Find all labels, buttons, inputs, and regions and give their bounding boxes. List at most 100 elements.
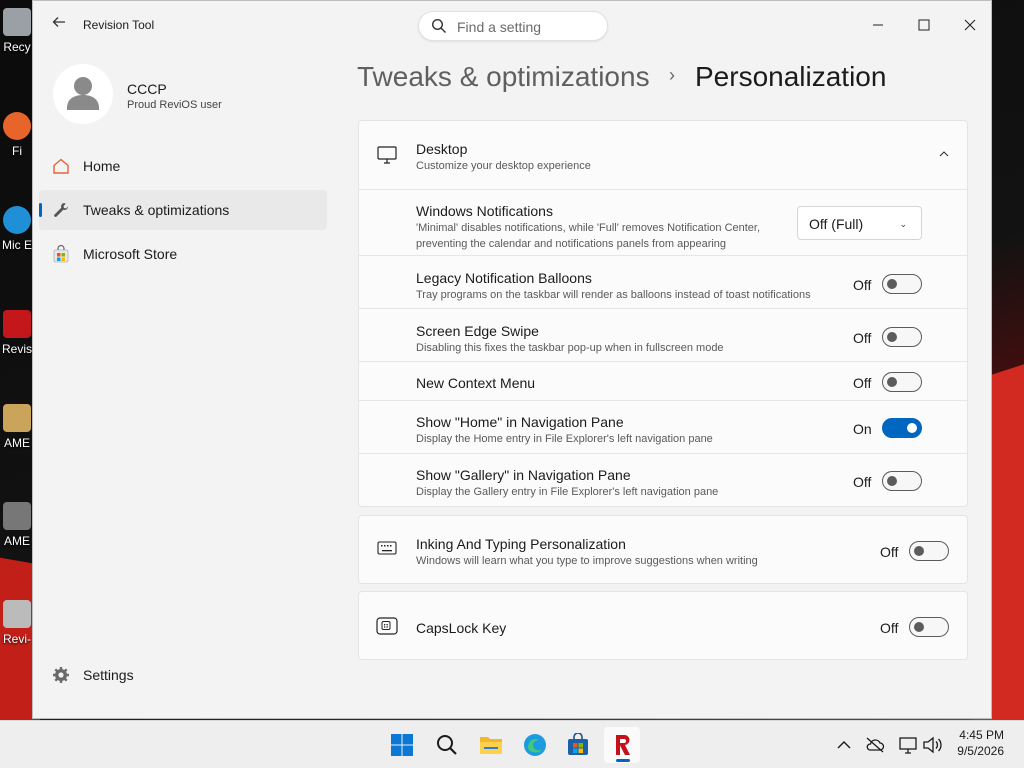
show-home-toggle[interactable] xyxy=(882,418,922,438)
wrench-icon xyxy=(54,203,69,217)
toggle-state: On xyxy=(853,421,872,437)
desktop-icon-revision[interactable]: Revis xyxy=(0,310,34,356)
taskbar-search-button[interactable] xyxy=(429,727,465,763)
inking-typing-toggle[interactable] xyxy=(909,541,949,561)
minimize-icon xyxy=(873,24,883,26)
breadcrumb-parent[interactable]: Tweaks & optimizations xyxy=(357,61,650,93)
revision-tool-window: Revision Tool Find a setting CCCP Proud … xyxy=(32,0,992,719)
back-button[interactable] xyxy=(47,13,71,37)
setting-desc: Disabling this fixes the taskbar pop-up … xyxy=(416,342,724,354)
setting-title: Show "Gallery" in Navigation Pane xyxy=(416,467,631,483)
monitor-icon xyxy=(377,146,397,164)
avatar[interactable] xyxy=(53,64,113,124)
setting-row-show-home: Show "Home" in Navigation Pane Display t… xyxy=(359,400,967,453)
desktop-icon-ame-2[interactable]: AME xyxy=(0,502,34,548)
ame-icon xyxy=(3,502,31,530)
onedrive-button[interactable] xyxy=(865,735,885,755)
home-icon xyxy=(53,158,69,174)
sidebar-item-settings[interactable]: Settings xyxy=(39,655,327,695)
desktop-icon-label: Mic E xyxy=(2,238,32,252)
maximize-button[interactable] xyxy=(901,7,947,43)
inking-typing-card: Inking And Typing Personalization Window… xyxy=(358,515,968,584)
file-explorer-button[interactable] xyxy=(473,727,509,763)
close-button[interactable] xyxy=(947,7,993,43)
edge-icon xyxy=(524,734,546,756)
minimize-button[interactable] xyxy=(855,7,901,43)
desktop-expander-header[interactable]: Desktop Customize your desktop experienc… xyxy=(359,121,967,189)
profile-name: CCCP xyxy=(127,81,167,97)
new-context-menu-toggle[interactable] xyxy=(882,372,922,392)
store-button[interactable] xyxy=(560,727,596,763)
desktop-icon-label: Revis xyxy=(1,342,32,356)
setting-title: New Context Menu xyxy=(416,375,536,391)
title-bar: Revision Tool Find a setting xyxy=(33,1,991,49)
store-icon xyxy=(568,733,588,755)
close-icon xyxy=(964,19,976,31)
sidebar-item-tweaks[interactable]: Tweaks & optimizations xyxy=(39,190,327,230)
toggle-state: Off xyxy=(853,277,872,293)
search-box[interactable]: Find a setting xyxy=(418,11,608,41)
user-icon xyxy=(67,77,99,110)
sidebar-item-label: Microsoft Store xyxy=(83,246,178,262)
notifications-dropdown[interactable]: Off (Full) ⌄ xyxy=(797,206,922,240)
desktop-icon-label: AME xyxy=(3,436,30,450)
chevron-up-icon xyxy=(837,741,851,749)
setting-desc: 'Minimal' disables notifications, while … xyxy=(416,222,761,234)
desktop-icon-label: Fi xyxy=(12,144,22,158)
active-indicator xyxy=(39,203,42,217)
desktop-icon-label: AME xyxy=(3,534,30,548)
inking-desc: Windows will learn what you type to impr… xyxy=(416,555,758,567)
desktop-icon-label: Recy xyxy=(3,40,31,54)
volume-button[interactable] xyxy=(922,735,942,755)
sidebar-item-home[interactable]: Home xyxy=(39,146,327,186)
back-arrow-icon xyxy=(52,17,65,27)
screen-edge-swipe-toggle[interactable] xyxy=(882,327,922,347)
app-title: Revision Tool xyxy=(83,18,155,32)
legacy-balloons-toggle[interactable] xyxy=(882,274,922,294)
desktop-icon-edge[interactable]: Mic E xyxy=(0,206,34,252)
start-button[interactable] xyxy=(384,727,420,763)
toggle-state: Off xyxy=(853,330,872,346)
show-hidden-icons-button[interactable] xyxy=(834,735,854,755)
sidebar-item-store[interactable]: Microsoft Store xyxy=(39,234,327,274)
toggle-state: Off xyxy=(880,544,899,560)
show-gallery-toggle[interactable] xyxy=(882,471,922,491)
desktop-desc: Customize your desktop experience xyxy=(416,160,591,172)
desktop-icon-label: Revi- xyxy=(2,632,31,646)
profile-subtitle: Proud ReviOS user xyxy=(127,99,222,111)
gear-icon xyxy=(53,667,69,683)
page-title: Personalization xyxy=(695,61,887,92)
revision-icon xyxy=(3,310,31,338)
toggle-state: Off xyxy=(880,620,899,636)
clock-date[interactable]: 9/5/2026 xyxy=(957,744,1004,758)
setting-row-show-gallery: Show "Gallery" in Navigation Pane Displa… xyxy=(359,453,967,507)
desktop-icon-firefox[interactable]: Fi xyxy=(0,112,34,158)
desktop-icon-ame[interactable]: AME xyxy=(0,404,34,450)
maximize-icon xyxy=(918,19,930,31)
network-icon xyxy=(899,737,917,754)
dropdown-value: Off (Full) xyxy=(809,216,864,232)
desktop-icon-recycle-bin[interactable]: Recy xyxy=(0,8,34,54)
setting-title: Legacy Notification Balloons xyxy=(416,270,592,286)
desktop-expander: Desktop Customize your desktop experienc… xyxy=(358,120,968,507)
setting-title: Show "Home" in Navigation Pane xyxy=(416,414,624,430)
revision-tool-icon xyxy=(616,734,630,755)
start-icon xyxy=(391,734,413,756)
desktop-icon-revi[interactable]: Revi- xyxy=(0,600,34,646)
ame-icon xyxy=(3,404,31,432)
setting-title: Windows Notifications xyxy=(416,203,553,219)
network-button[interactable] xyxy=(898,735,918,755)
clock-time[interactable]: 4:45 PM xyxy=(959,728,1004,742)
chevron-down-icon: ⌄ xyxy=(899,219,907,229)
breadcrumb-chevron-icon: › xyxy=(669,65,675,85)
sidebar-item-label: Home xyxy=(83,158,121,174)
sidebar-item-label: Tweaks & optimizations xyxy=(83,202,230,218)
firefox-icon xyxy=(3,112,31,140)
setting-desc: Tray programs on the taskbar will render… xyxy=(416,289,811,301)
revision-tool-taskbar-button[interactable] xyxy=(604,727,640,763)
search-icon xyxy=(437,735,457,755)
capslock-toggle[interactable] xyxy=(909,617,949,637)
edge-button[interactable] xyxy=(517,727,553,763)
search-icon xyxy=(431,18,446,33)
setting-title: Screen Edge Swipe xyxy=(416,323,539,339)
